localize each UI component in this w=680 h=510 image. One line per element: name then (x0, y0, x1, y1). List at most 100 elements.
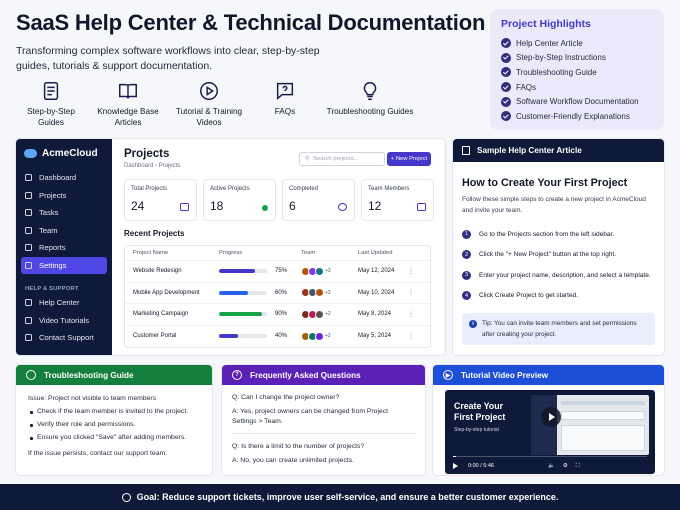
troubleshooting-header: Troubleshooting Guide (16, 365, 212, 385)
sidebar-item-projects[interactable]: Projects (16, 187, 112, 205)
settings-icon[interactable]: ⚙ (563, 463, 568, 469)
volume-icon[interactable]: 🔈 (548, 463, 555, 469)
sidebar-item-label: Video Tutorials (39, 315, 90, 325)
sidebar-item-tasks[interactable]: Tasks (16, 204, 112, 222)
video-time: 0:00 / 5:46 (468, 463, 494, 469)
faq-question[interactable]: Q: Is there a limit to the number of pro… (232, 442, 425, 452)
sidebar-item-dashboard[interactable]: Dashboard (16, 169, 112, 187)
category-step-guides[interactable]: Step-by-Step Guides (14, 80, 88, 128)
gear-icon (25, 261, 32, 269)
more-menu-icon[interactable]: ⋮ (408, 268, 428, 275)
reports-icon (25, 244, 32, 252)
tasks-icon (25, 209, 32, 217)
sidebar-item-label: Contact Support (39, 333, 94, 343)
stat-card-completed: Completed 6 (282, 179, 355, 221)
new-project-button[interactable]: + New Project (387, 152, 431, 166)
stat-label: Team Members (368, 186, 410, 192)
sidebar-item-label: Settings (39, 260, 67, 270)
team-icon (25, 226, 32, 234)
category-faqs[interactable]: FAQs (250, 80, 320, 128)
breadcrumb-link[interactable]: Dashboard (124, 163, 153, 169)
category-troubleshooting[interactable]: Troubleshooting Guides (320, 80, 420, 128)
sidebar-item-reports[interactable]: Reports (16, 239, 112, 257)
play-control-icon[interactable] (453, 463, 458, 469)
more-menu-icon[interactable]: ⋮ (408, 333, 428, 340)
stat-card-active: Active Projects 18 (203, 179, 276, 221)
category-label: Knowledge Base Articles (97, 107, 159, 127)
article-description: Follow these simple steps to create a ne… (462, 196, 646, 214)
book-icon (119, 83, 137, 99)
stat-label: Total Projects (131, 186, 168, 192)
folder-icon (180, 203, 189, 211)
stat-card-total: Total Projects 24 (124, 179, 197, 221)
table-row[interactable]: Website Redesign 75% +2 May 12, 2024 ⋮ (125, 261, 430, 283)
sidebar: AcmeCloud Dashboard Projects Tasks Team … (16, 139, 112, 355)
more-menu-icon[interactable]: ⋮ (408, 289, 428, 296)
check-icon (501, 67, 511, 78)
faq-card: ? Frequently Asked Questions Q: Can I cha… (221, 364, 426, 476)
sidebar-item-video-tutorials[interactable]: Video Tutorials (16, 312, 112, 330)
step-number: 1 (462, 229, 471, 239)
highlight-label: Troubleshooting Guide (516, 67, 597, 77)
team-avatars: +2 (301, 266, 358, 276)
highlight-label: Software Workflow Documentation (516, 97, 639, 107)
progress-bar (219, 290, 267, 295)
faq-answer: A: No, you can create unlimited projects… (232, 457, 355, 464)
brand[interactable]: AcmeCloud (16, 139, 112, 167)
video-title: Create Your First Project (454, 401, 506, 422)
sidebar-item-team[interactable]: Team (16, 222, 112, 240)
check-icon (501, 96, 511, 107)
project-name[interactable]: Mobile App Development (125, 290, 219, 296)
check-icon (501, 111, 511, 122)
sidebar-item-label: Tasks (39, 208, 59, 218)
article-step: 2 Click the "+ New Project" button at the… (462, 245, 664, 266)
highlight-item: Step-by-Step Instructions (501, 51, 653, 66)
app-window: AcmeCloud Dashboard Projects Tasks Team … (15, 138, 446, 356)
highlights-title: Project Highlights (501, 18, 591, 30)
sidebar-item-contact-support[interactable]: Contact Support (16, 329, 112, 347)
faq-question[interactable]: Q: Can I change the project owner? (232, 393, 425, 403)
step-text: Click the "+ New Project" button at the … (479, 251, 617, 259)
article-header: Sample Help Center Article (453, 139, 664, 162)
project-name[interactable]: Customer Portal (125, 333, 219, 339)
step-number: 4 (462, 291, 471, 301)
project-name[interactable]: Website Redesign (125, 268, 219, 274)
card-title: Frequently Asked Questions (250, 370, 361, 380)
play-icon (200, 82, 218, 100)
troubleshoot-item: Ensure you clicked "Save" after adding m… (28, 433, 212, 443)
sidebar-item-help-center[interactable]: Help Center (16, 294, 112, 312)
last-updated: May 5, 2024 (358, 333, 392, 340)
category-label: Tutorial & Training Videos (175, 107, 243, 127)
sidebar-item-settings[interactable]: Settings (21, 256, 107, 274)
fullscreen-icon[interactable]: ⛶ (576, 463, 580, 470)
project-name[interactable]: Marketing Campaign (125, 311, 219, 317)
play-icon: ▶ (443, 370, 453, 380)
table-row[interactable]: Marketing Campaign 90% +2 May 8, 2024 ⋮ (125, 304, 430, 326)
sidebar-item-label: Reports (39, 243, 66, 253)
seek-bar[interactable] (453, 455, 647, 457)
more-menu-icon[interactable]: ⋮ (408, 311, 428, 318)
search-input[interactable]: ⚲ Search projects... (299, 152, 385, 166)
highlight-label: Step-by-Step Instructions (516, 53, 606, 63)
category-row: Step-by-Step Guides Knowledge Base Artic… (14, 80, 420, 128)
column-header: Team (301, 250, 316, 256)
troubleshoot-item: Verify their role and permissions. (28, 420, 212, 430)
video-player[interactable]: Create Your First Project Step-by-step t… (445, 390, 655, 474)
sidebar-item-label: Team (39, 225, 58, 235)
target-icon (121, 492, 131, 502)
highlight-item: Troubleshooting Guide (501, 65, 653, 80)
category-videos[interactable]: Tutorial & Training Videos (168, 80, 250, 128)
avatar (315, 288, 324, 298)
help-icon (25, 299, 32, 307)
table-row[interactable]: Mobile App Development 60% +2 May 10, 20… (125, 283, 430, 304)
category-kb-articles[interactable]: Knowledge Base Articles (88, 80, 168, 128)
category-label: Step-by-Step Guides (27, 107, 75, 127)
table-row[interactable]: Customer Portal 40% +2 May 5, 2024 ⋮ (125, 326, 430, 348)
sidebar-item-label: Help Center (39, 298, 80, 308)
sidebar-item-label: Dashboard (39, 173, 77, 183)
progress-value: 90% (275, 311, 288, 318)
goal-footer: Goal: Reduce support tickets, improve us… (0, 484, 680, 510)
faq-header: ? Frequently Asked Questions (222, 365, 425, 385)
play-button[interactable] (541, 407, 561, 427)
avatar (315, 331, 324, 341)
